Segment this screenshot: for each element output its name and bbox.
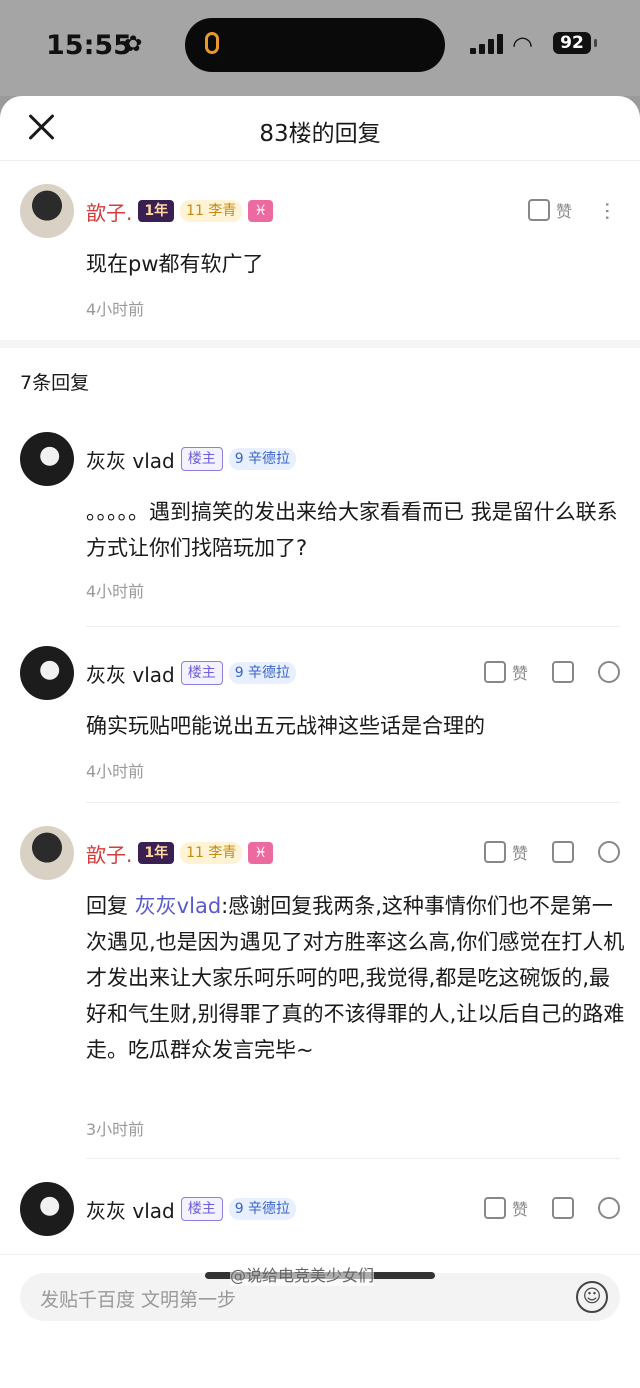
zodiac-badge: ♓ bbox=[248, 842, 273, 864]
like-button[interactable]: 赞 bbox=[483, 840, 528, 864]
main-comment: 歆子. 1年 11 李青 ♓ 赞 ⋯ 现在pw都有软广了 4小时前 bbox=[0, 184, 640, 344]
thumbs-up-icon bbox=[483, 1197, 506, 1219]
like-label: 赞 bbox=[555, 202, 572, 221]
reply-button[interactable] bbox=[598, 661, 620, 683]
separator bbox=[86, 1158, 620, 1159]
reply-text: 确实玩贴吧能说出五元战神这些话是合理的 bbox=[86, 714, 485, 738]
level-badge: 11 李青 bbox=[180, 842, 243, 864]
signal-icon bbox=[470, 34, 504, 54]
reply-item: 灰灰 vlad 楼主 9 辛德拉 。。。。。遇到搞笑的发出来给大家看看而已 我是… bbox=[0, 432, 640, 612]
section-divider bbox=[0, 340, 640, 348]
dynamic-island bbox=[185, 18, 445, 72]
comment-actions: 赞 ⋯ bbox=[527, 198, 620, 222]
user-name[interactable]: 歆子. bbox=[86, 197, 132, 226]
microphone-icon bbox=[205, 32, 219, 54]
reply-to-link[interactable]: 灰灰vlad bbox=[135, 894, 221, 918]
status-bar: 15:55 ✿ ◠ 92 bbox=[0, 0, 640, 96]
like-button[interactable]: 赞 bbox=[483, 1196, 528, 1220]
thumbs-up-icon bbox=[483, 841, 506, 863]
sheet-header: 83楼的回复 bbox=[0, 96, 640, 161]
avatar[interactable] bbox=[20, 646, 74, 700]
level-badge: 9 辛德拉 bbox=[228, 662, 297, 684]
dislike-button[interactable] bbox=[552, 841, 574, 863]
status-time: 15:55 bbox=[46, 30, 132, 61]
name-line: 灰灰 vlad 楼主 9 辛德拉 bbox=[86, 658, 297, 688]
battery-cap bbox=[594, 39, 597, 47]
name-line: 灰灰 vlad 楼主 9 辛德拉 bbox=[86, 1194, 297, 1224]
reply-item: 歆子. 1年 11 李青 ♓ 赞 回复 灰灰vlad:感谢回复我两条,这种事情你… bbox=[0, 826, 640, 1156]
name-line: 灰灰 vlad 楼主 9 辛德拉 bbox=[86, 444, 297, 474]
comment-icon bbox=[598, 1197, 620, 1219]
reply-time: 4小时前 bbox=[86, 762, 145, 781]
comment-icon bbox=[598, 841, 620, 863]
thumbs-up-icon bbox=[527, 199, 550, 221]
comment-text: 现在pw都有软广了 bbox=[86, 252, 264, 276]
more-icon[interactable]: ⋯ bbox=[596, 201, 620, 219]
thumbs-down-icon bbox=[552, 841, 574, 863]
dislike-button[interactable] bbox=[552, 1197, 574, 1219]
page-title: 83楼的回复 bbox=[259, 121, 381, 147]
level-badge: 9 辛德拉 bbox=[228, 448, 297, 470]
reply-time: 3小时前 bbox=[86, 1120, 145, 1139]
separator bbox=[86, 802, 620, 803]
thumbs-up-icon bbox=[483, 661, 506, 683]
comment-time: 4小时前 bbox=[86, 300, 145, 319]
thumbs-down-icon bbox=[552, 661, 574, 683]
reply-actions: 赞 bbox=[483, 1196, 620, 1220]
user-name[interactable]: 歆子. bbox=[86, 839, 132, 868]
name-line: 歆子. 1年 11 李青 ♓ bbox=[86, 196, 273, 226]
reply-body: :感谢回复我两条,这种事情你们也不是第一次遇见,也是因为遇见了对方胜率这么高,你… bbox=[86, 894, 625, 1062]
like-button[interactable]: 赞 bbox=[483, 660, 528, 684]
avatar[interactable] bbox=[20, 432, 74, 486]
reply-item: 灰灰 vlad 楼主 9 辛德拉 赞 bbox=[0, 1182, 640, 1262]
year-badge: 1年 bbox=[138, 842, 175, 864]
user-name[interactable]: 灰灰 vlad bbox=[86, 659, 175, 688]
user-name[interactable]: 灰灰 vlad bbox=[86, 445, 175, 474]
like-label: 赞 bbox=[511, 664, 528, 683]
reply-actions: 赞 bbox=[483, 840, 620, 864]
avatar[interactable] bbox=[20, 184, 74, 238]
reply-actions: 赞 bbox=[483, 660, 620, 684]
reply-item: 灰灰 vlad 楼主 9 辛德拉 赞 确实玩贴吧能说出五元战神这些话是合理的 4… bbox=[0, 646, 640, 796]
reply-time: 4小时前 bbox=[86, 582, 145, 601]
reply-count: 7条回复 bbox=[20, 372, 90, 394]
like-label: 赞 bbox=[511, 1200, 528, 1219]
battery-level: 92 bbox=[553, 32, 591, 54]
reply-prefix: 回复 bbox=[86, 894, 135, 918]
zodiac-badge: ♓ bbox=[248, 200, 273, 222]
reply-button[interactable] bbox=[598, 841, 620, 863]
watermark: @说给电竞美少女们 bbox=[230, 1262, 375, 1286]
user-name[interactable]: 灰灰 vlad bbox=[86, 1195, 175, 1224]
host-badge: 楼主 bbox=[180, 1197, 223, 1221]
name-line: 歆子. 1年 11 李青 ♓ bbox=[86, 838, 273, 868]
reply-button[interactable] bbox=[598, 1197, 620, 1219]
emoji-icon[interactable]: ☺ bbox=[576, 1281, 608, 1313]
like-button[interactable]: 赞 bbox=[527, 198, 572, 222]
separator bbox=[86, 626, 620, 627]
like-label: 赞 bbox=[511, 844, 528, 863]
reply-text: 。。。。。遇到搞笑的发出来给大家看看而已 我是留什么联系方式让你们找陪玩加了? bbox=[86, 500, 618, 560]
comment-icon bbox=[598, 661, 620, 683]
thumbs-down-icon bbox=[552, 1197, 574, 1219]
host-badge: 楼主 bbox=[180, 661, 223, 685]
input-placeholder: 发贴千百度 文明第一步 bbox=[40, 1289, 237, 1311]
host-badge: 楼主 bbox=[180, 447, 223, 471]
activity-icon: ✿ bbox=[124, 32, 143, 57]
wifi-icon: ◠ bbox=[512, 31, 533, 59]
dislike-button[interactable] bbox=[552, 661, 574, 683]
avatar[interactable] bbox=[20, 1182, 74, 1236]
level-badge: 11 李青 bbox=[180, 200, 243, 222]
reply-text: 回复 灰灰vlad:感谢回复我两条,这种事情你们也不是第一次遇见,也是因为遇见了… bbox=[86, 888, 626, 1068]
avatar[interactable] bbox=[20, 826, 74, 880]
level-badge: 9 辛德拉 bbox=[228, 1198, 297, 1220]
year-badge: 1年 bbox=[138, 200, 175, 222]
reply-sheet: 83楼的回复 歆子. 1年 11 李青 ♓ 赞 ⋯ 现在pw都有软广了 4小时前… bbox=[0, 96, 640, 1388]
